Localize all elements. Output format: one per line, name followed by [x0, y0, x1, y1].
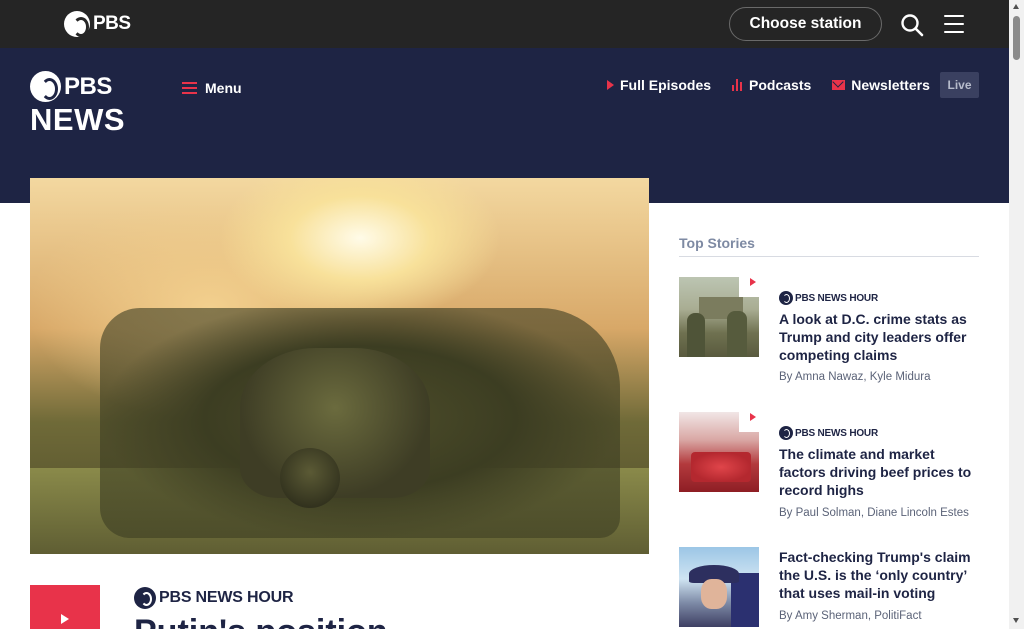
hero-newshour-logo: PBS NEWS HOUR: [134, 587, 294, 609]
hamburger-icon: [182, 82, 197, 94]
story-byline: By Amna Nawaz, Kyle Midura: [779, 371, 931, 383]
pbs-logo[interactable]: PBS: [64, 11, 131, 37]
pbs-head-icon: [64, 11, 90, 37]
hero-soldier: [280, 448, 340, 508]
story-item[interactable]: PBS NEWS HOUR A look at D.C. crime stats…: [679, 277, 979, 387]
hamburger-menu-icon[interactable]: [944, 15, 964, 33]
choose-station-button[interactable]: Choose station: [729, 7, 882, 41]
pbs-head-icon: [30, 71, 61, 102]
nav-podcasts[interactable]: Podcasts: [732, 77, 811, 93]
pbs-news-logo-line2: NEWS: [30, 102, 125, 137]
nav-label: Full Episodes: [620, 77, 712, 93]
pbs-news-logo[interactable]: PBS NEWS: [30, 71, 125, 136]
page-scrollbar[interactable]: [1009, 0, 1024, 629]
hero-headline[interactable]: Putin's position: [134, 614, 634, 629]
pbs-head-icon: [779, 426, 793, 440]
pbs-head-icon: [134, 587, 156, 609]
pbs-logo-text: PBS: [93, 13, 131, 34]
nav-newsletters[interactable]: Newsletters: [832, 77, 930, 93]
scroll-down-arrow-icon[interactable]: [1013, 618, 1019, 623]
header-nav: Full Episodes Podcasts Newsletters: [607, 77, 930, 93]
menu-label: Menu: [205, 80, 242, 96]
story-byline: By Paul Solman, Diane Lincoln Estes: [779, 507, 969, 519]
story-title[interactable]: A look at D.C. crime stats as Trump and …: [779, 310, 979, 364]
nav-label: Newsletters: [851, 77, 930, 93]
video-play-icon: [739, 277, 759, 297]
newshour-logo: PBS NEWS HOUR: [779, 291, 878, 305]
mail-icon: [832, 80, 846, 90]
story-title[interactable]: The climate and market factors driving b…: [779, 445, 979, 499]
video-play-icon: [739, 412, 759, 432]
scrollbar-thumb[interactable]: [1013, 16, 1020, 60]
top-stories-heading: Top Stories: [679, 235, 755, 251]
play-icon: [607, 80, 614, 90]
hero-brand: PBS NEWS HOUR: [159, 589, 294, 606]
menu-button[interactable]: Menu: [182, 80, 242, 96]
search-icon[interactable]: [899, 12, 925, 38]
top-stories-divider: [679, 256, 979, 257]
pbs-head-icon: [779, 291, 793, 305]
story-brand: PBS NEWS HOUR: [795, 427, 878, 439]
pbs-top-bar: PBS Choose station: [0, 0, 1009, 48]
hero-play-button[interactable]: [30, 585, 100, 629]
story-item[interactable]: Fact-checking Trump's claim the U.S. is …: [679, 547, 979, 629]
hero-image[interactable]: [30, 178, 649, 554]
pbs-news-logo-line1: PBS: [64, 72, 112, 100]
story-thumbnail[interactable]: [679, 412, 759, 492]
story-brand: PBS NEWS HOUR: [795, 292, 878, 304]
story-thumbnail[interactable]: [679, 277, 759, 357]
story-thumbnail[interactable]: [679, 547, 759, 627]
bar-chart-icon: [732, 79, 743, 91]
story-title[interactable]: Fact-checking Trump's claim the U.S. is …: [779, 548, 979, 602]
newshour-logo: PBS NEWS HOUR: [779, 426, 878, 440]
scroll-up-arrow-icon[interactable]: [1013, 4, 1019, 9]
story-byline: By Amy Sherman, PolitiFact: [779, 610, 922, 622]
live-button[interactable]: Live: [940, 72, 979, 98]
story-item[interactable]: PBS NEWS HOUR The climate and market fac…: [679, 412, 979, 522]
nav-full-episodes[interactable]: Full Episodes: [607, 77, 711, 93]
nav-label: Podcasts: [749, 77, 812, 93]
